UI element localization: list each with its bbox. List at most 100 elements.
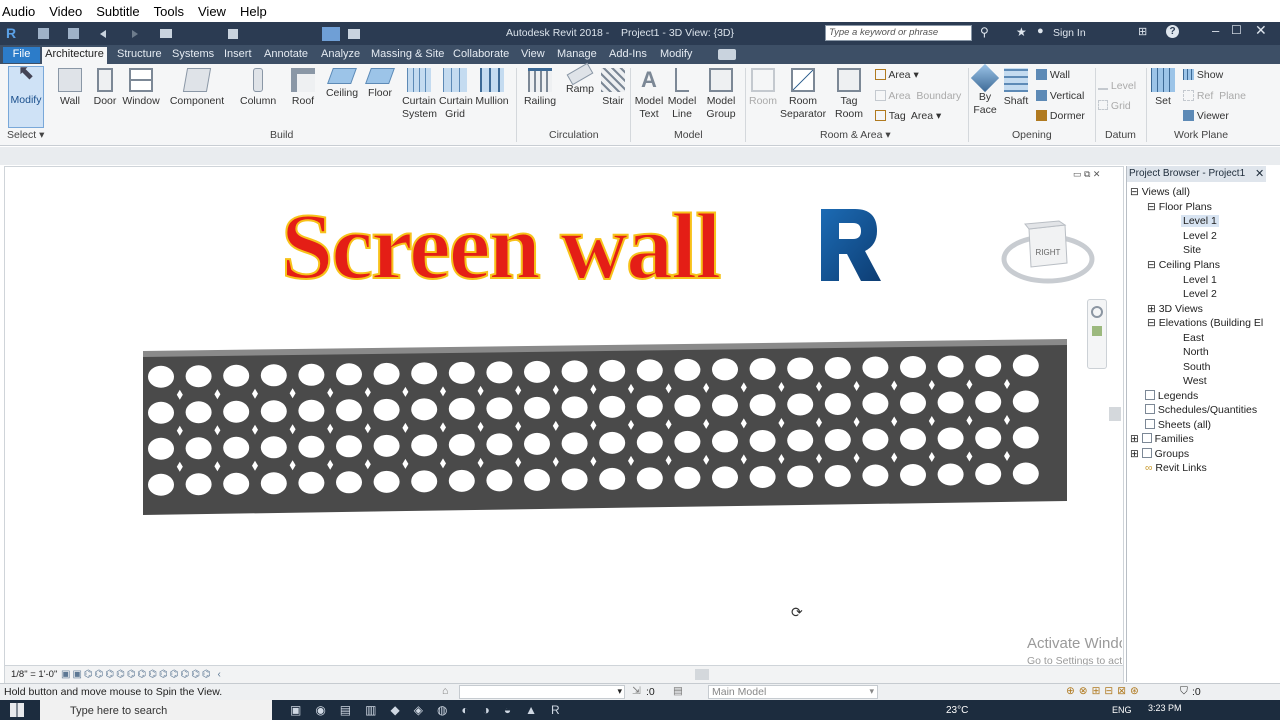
area-tool[interactable]: Area ▾	[875, 69, 935, 82]
wall-opening-tool[interactable]: Wall	[1036, 69, 1096, 82]
tree-north[interactable]: North	[1183, 346, 1209, 358]
quick-access-toolbar[interactable]	[28, 26, 388, 42]
close-button[interactable]: ✕	[1255, 22, 1267, 39]
floor-tool[interactable]: Floor	[365, 68, 395, 100]
horizontal-scrollbar[interactable]	[695, 669, 709, 680]
tab-architecture[interactable]: Architecture	[42, 47, 107, 64]
close-icon[interactable]: ✕	[1255, 167, 1264, 180]
ribbon-options-icon[interactable]	[718, 49, 736, 60]
navigation-bar[interactable]	[1087, 299, 1107, 369]
selection-filter-icons[interactable]: ⊕⊗⊞⊟⊠⊛	[1066, 685, 1143, 697]
column-tool[interactable]: Column	[240, 68, 276, 108]
set-work-plane-tool[interactable]: Set	[1150, 68, 1176, 108]
tree-floor-plan-level-2[interactable]: Level 2	[1183, 230, 1217, 242]
editable-only-icon[interactable]: ⇲	[632, 685, 641, 697]
stair-tool[interactable]: Stair	[600, 68, 626, 108]
tree-ceiling-plan-level-2[interactable]: Level 2	[1183, 288, 1217, 300]
tag-area-tool[interactable]: Tag Area ▾	[875, 110, 955, 123]
tree-elevations[interactable]: ⊟ Elevations (Building El	[1147, 317, 1263, 329]
cart-icon[interactable]: ⊞	[1138, 25, 1147, 38]
tab-massing-site[interactable]: Massing & Site	[371, 48, 444, 60]
panel-room-area[interactable]: Room & Area ▾	[820, 129, 891, 141]
tree-floor-plans[interactable]: ⊟ Floor Plans	[1147, 201, 1212, 213]
tree-south[interactable]: South	[1183, 361, 1210, 373]
modify-tool[interactable]: ⬉ Modify	[8, 63, 44, 128]
view-cube[interactable]: RIGHT	[1001, 219, 1095, 291]
tree-west[interactable]: West	[1183, 375, 1207, 387]
curtain-system-tool[interactable]: Curtain System	[402, 68, 437, 121]
workset-dropdown[interactable]: ▾	[459, 685, 625, 699]
tree-site[interactable]: Site	[1183, 244, 1201, 256]
room-tool[interactable]: Room	[749, 68, 777, 108]
component-tool[interactable]: Component	[169, 68, 225, 108]
mullion-tool[interactable]: Mullion	[474, 68, 510, 108]
sign-in-link[interactable]: Sign In	[1053, 27, 1086, 39]
star-icon[interactable]: ★	[1016, 25, 1027, 39]
screen-wall-model[interactable]	[141, 339, 1071, 519]
door-tool[interactable]: Door	[91, 68, 119, 108]
tree-3d-views[interactable]: ⊞ 3D Views	[1147, 303, 1203, 315]
window-tool[interactable]: Window	[122, 68, 160, 108]
by-face-tool[interactable]: By Face	[970, 63, 1000, 117]
panel-select[interactable]: Select ▾	[7, 129, 44, 141]
tree-groups[interactable]: ⊞ Groups	[1130, 448, 1189, 460]
menu-subtitle[interactable]: Subtitle	[96, 4, 139, 19]
taskbar-app-icons[interactable]: ▣◉▤▥◆◈◍◐◑◒▲R	[290, 703, 574, 717]
view-control-icons[interactable]: ▣▣⌬⌬⌬⌬⌬⌬⌬⌬⌬⌬⌬⌬ ‹	[61, 669, 223, 680]
model-group-tool[interactable]: Model Group	[704, 68, 738, 121]
workset-icon[interactable]: ⌂	[442, 685, 448, 697]
viewer-tool[interactable]: Viewer	[1183, 110, 1243, 123]
railing-tool[interactable]: Railing	[522, 68, 558, 108]
tab-annotate[interactable]: Annotate	[264, 48, 308, 60]
view-scale[interactable]: 1/8" = 1'-0"	[11, 669, 57, 680]
3d-view-canvas[interactable]: ▭ ⧉ ✕ Screen wall R RIGHT ⟳ Activate Win…	[4, 166, 1124, 684]
model-dropdown[interactable]: Main Model ▾	[708, 685, 878, 699]
curtain-grid-tool[interactable]: Curtain Grid	[439, 68, 473, 121]
grid-tool[interactable]: Grid	[1098, 100, 1144, 113]
design-options-icon[interactable]: ▤	[673, 685, 683, 697]
tab-modify[interactable]: Modify	[660, 48, 692, 60]
show-work-plane-tool[interactable]: Show	[1183, 69, 1243, 82]
view-window-controls[interactable]: ▭ ⧉ ✕	[1073, 169, 1100, 180]
tree-sheets[interactable]: Sheets (all)	[1145, 419, 1211, 431]
taskbar-search-input[interactable]: Type here to search	[40, 700, 272, 720]
tree-east[interactable]: East	[1183, 332, 1204, 344]
windows-start-icon[interactable]	[10, 703, 24, 717]
zoom-icon[interactable]	[1092, 326, 1102, 336]
minimize-button[interactable]: –	[1212, 23, 1219, 38]
menu-help[interactable]: Help	[240, 4, 267, 19]
tag-room-tool[interactable]: Tag Room	[833, 68, 865, 121]
tree-ceiling-plans[interactable]: ⊟ Ceiling Plans	[1147, 259, 1220, 271]
vertical-opening-tool[interactable]: Vertical	[1036, 90, 1096, 103]
menu-tools[interactable]: Tools	[154, 4, 184, 19]
tab-file[interactable]: File	[3, 47, 40, 63]
room-separator-tool[interactable]: Room Separator	[780, 68, 826, 121]
tree-legends[interactable]: Legends	[1145, 390, 1198, 402]
vertical-scrollbar[interactable]	[1109, 407, 1121, 421]
menu-view[interactable]: View	[198, 4, 226, 19]
tree-families[interactable]: ⊞ Families	[1130, 433, 1194, 445]
steering-wheel-icon[interactable]	[1091, 306, 1103, 318]
shaft-tool[interactable]: Shaft	[1002, 68, 1030, 108]
tab-insert[interactable]: Insert	[224, 48, 252, 60]
ramp-tool[interactable]: Ramp	[564, 62, 596, 96]
revit-app-icon[interactable]: R	[6, 25, 16, 41]
tree-floor-plan-level-1[interactable]: Level 1	[1181, 215, 1219, 227]
tree-revit-links[interactable]: ∞ Revit Links	[1145, 462, 1207, 474]
search-input[interactable]: Type a keyword or phrase	[825, 25, 972, 41]
model-text-tool[interactable]: A Model Text	[634, 68, 664, 121]
tab-systems[interactable]: Systems	[172, 48, 214, 60]
level-tool[interactable]: Level	[1098, 80, 1144, 93]
clock[interactable]: 3:23 PM	[1148, 703, 1182, 713]
area-boundary-tool[interactable]: Area Boundary	[875, 90, 965, 103]
menu-video[interactable]: Video	[49, 4, 82, 19]
ref-plane-tool[interactable]: Ref Plane	[1183, 90, 1253, 103]
wall-tool[interactable]: Wall	[57, 68, 83, 108]
tree-schedules[interactable]: Schedules/Quantities	[1145, 404, 1257, 416]
tree-views[interactable]: ⊟ Views (all)	[1130, 186, 1190, 198]
ceiling-tool[interactable]: Ceiling	[325, 68, 359, 100]
roof-tool[interactable]: Roof	[289, 68, 317, 108]
menu-audio[interactable]: Audio	[2, 4, 35, 19]
binoculars-icon[interactable]: ⚲	[980, 25, 989, 39]
filter-icon[interactable]: ⛉	[1180, 685, 1188, 698]
